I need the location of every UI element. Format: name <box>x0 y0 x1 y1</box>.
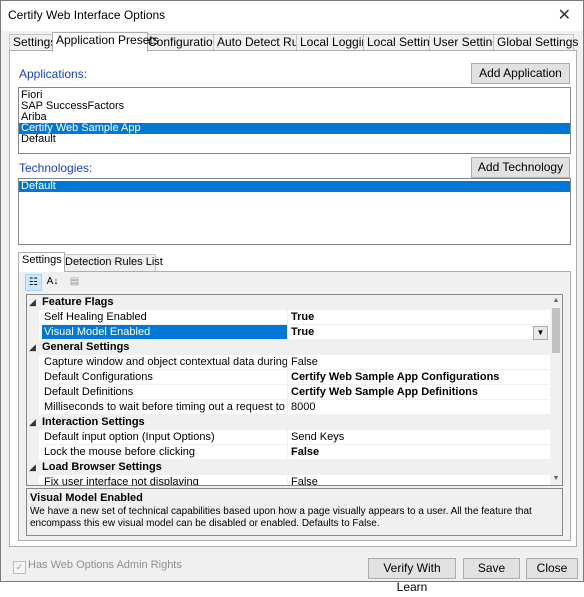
options-window: Certify Web Interface Options ✕ Settings… <box>0 0 584 594</box>
property-row[interactable]: Fix user interface not displaying False <box>27 475 550 485</box>
scroll-down-icon[interactable]: ▼ <box>550 473 562 485</box>
technologies-label: Technologies: <box>19 161 93 175</box>
category-label: Load Browser Settings <box>42 461 162 473</box>
tab-local-logging[interactable]: Local Logging <box>296 34 375 51</box>
tab-detection-rules-list[interactable]: Detection Rules List <box>61 254 163 271</box>
checkbox-checked-icon[interactable]: ✓ <box>13 561 26 574</box>
tab-auto-detect-rules[interactable]: Auto Detect Rules <box>213 34 314 51</box>
vertical-scrollbar[interactable]: ▲ ▼ <box>550 295 562 485</box>
description-panel: Visual Model Enabled We have a new set o… <box>26 488 563 536</box>
alphabetical-sort-icon[interactable]: A↓ <box>44 274 61 291</box>
tab-inner-settings[interactable]: Settings <box>18 252 65 272</box>
property-name: Capture window and object contextual dat… <box>42 355 288 370</box>
property-value[interactable]: True <box>289 325 550 340</box>
property-value[interactable]: Certify Web Sample App Configurations <box>289 370 550 385</box>
property-row[interactable]: Default input option (Input Options) Sen… <box>27 430 550 445</box>
category-row[interactable]: ◢ Load Browser Settings <box>27 460 550 475</box>
property-name: Default input option (Input Options) <box>42 430 288 445</box>
property-name: Visual Model Enabled <box>42 325 288 340</box>
categorized-view-icon[interactable]: ☷ <box>25 274 42 291</box>
collapse-icon[interactable]: ◢ <box>29 295 36 310</box>
scroll-up-icon[interactable]: ▲ <box>550 295 562 307</box>
close-button[interactable]: Close <box>526 558 578 579</box>
collapse-icon[interactable]: ◢ <box>29 415 36 430</box>
property-value[interactable]: Certify Web Sample App Definitions <box>289 385 550 400</box>
window-title: Certify Web Interface Options <box>8 8 166 22</box>
property-name: Milliseconds to wait before timing out a… <box>42 400 288 415</box>
close-icon[interactable]: ✕ <box>558 5 571 25</box>
application-presets-panel: Applications: Add Application Fiori SAP … <box>9 50 577 547</box>
collapse-icon[interactable]: ◢ <box>29 340 36 355</box>
category-label: Feature Flags <box>42 296 114 308</box>
tab-application-presets[interactable]: Application Presets <box>52 32 159 52</box>
property-value[interactable]: False <box>289 355 550 370</box>
property-value[interactable]: 8000 <box>289 400 550 415</box>
title-bar: Certify Web Interface Options ✕ <box>1 1 583 31</box>
tab-user-settings[interactable]: User Settings <box>429 34 505 51</box>
category-row[interactable]: ◢ Interaction Settings <box>27 415 550 430</box>
description-text: We have a new set of technical capabilit… <box>30 506 532 529</box>
category-row[interactable]: ◢ General Settings <box>27 340 550 355</box>
property-row-selected[interactable]: Visual Model Enabled True ▼ <box>27 325 550 340</box>
tab-local-settings[interactable]: Local Settings <box>363 34 442 51</box>
property-value[interactable]: False <box>289 445 550 460</box>
tab-settings[interactable]: Settings <box>9 34 57 51</box>
property-pages-icon[interactable]: ▤ <box>66 274 83 291</box>
checkbox-label: Has Web Options Admin Rights <box>28 559 182 571</box>
property-value[interactable]: Send Keys <box>289 430 550 445</box>
property-name: Lock the mouse before clicking <box>42 445 288 460</box>
tab-global-settings[interactable]: Global Settings <box>493 34 578 51</box>
chevron-down-icon[interactable]: ▼ <box>533 326 548 340</box>
property-grid[interactable]: ◢ Feature Flags Self Healing Enabled Tru… <box>26 294 563 486</box>
property-value[interactable]: True <box>289 310 550 325</box>
verify-with-learn-button[interactable]: Verify With Learn <box>368 558 456 594</box>
description-title: Visual Model Enabled <box>30 492 143 504</box>
property-name: Default Configurations <box>42 370 288 385</box>
property-row[interactable]: Lock the mouse before clicking False <box>27 445 550 460</box>
list-item-selected[interactable]: Certify Web Sample App <box>19 123 570 134</box>
property-row[interactable]: Self Healing Enabled True <box>27 310 550 325</box>
category-row[interactable]: ◢ Feature Flags <box>27 295 550 310</box>
technologies-list[interactable]: Default <box>18 178 571 245</box>
scroll-thumb[interactable] <box>552 308 560 353</box>
save-button[interactable]: Save <box>463 558 520 579</box>
list-item-selected[interactable]: Default <box>19 181 570 192</box>
category-label: General Settings <box>42 341 130 353</box>
settings-pane: ☷ A↓ ▤ ◢ Feature Flags Self Healing Enab… <box>18 271 571 541</box>
list-item[interactable]: SAP SuccessFactors <box>19 101 570 112</box>
property-name: Default Definitions <box>42 385 288 400</box>
category-label: Interaction Settings <box>42 416 145 428</box>
property-row[interactable]: Default Definitions Certify Web Sample A… <box>27 385 550 400</box>
list-item[interactable]: Default <box>19 134 570 145</box>
property-row[interactable]: Milliseconds to wait before timing out a… <box>27 400 550 415</box>
property-row[interactable]: Default Configurations Certify Web Sampl… <box>27 370 550 385</box>
property-name: Fix user interface not displaying <box>42 475 288 485</box>
add-technology-button[interactable]: Add Technology <box>471 157 570 178</box>
applications-label: Applications: <box>19 67 88 81</box>
applications-list[interactable]: Fiori SAP SuccessFactors Ariba Certify W… <box>18 87 571 154</box>
collapse-icon[interactable]: ◢ <box>29 460 36 475</box>
property-value[interactable]: False <box>289 475 550 485</box>
property-row[interactable]: Capture window and object contextual dat… <box>27 355 550 370</box>
add-application-button[interactable]: Add Application <box>471 63 570 84</box>
property-name: Self Healing Enabled <box>42 310 288 325</box>
